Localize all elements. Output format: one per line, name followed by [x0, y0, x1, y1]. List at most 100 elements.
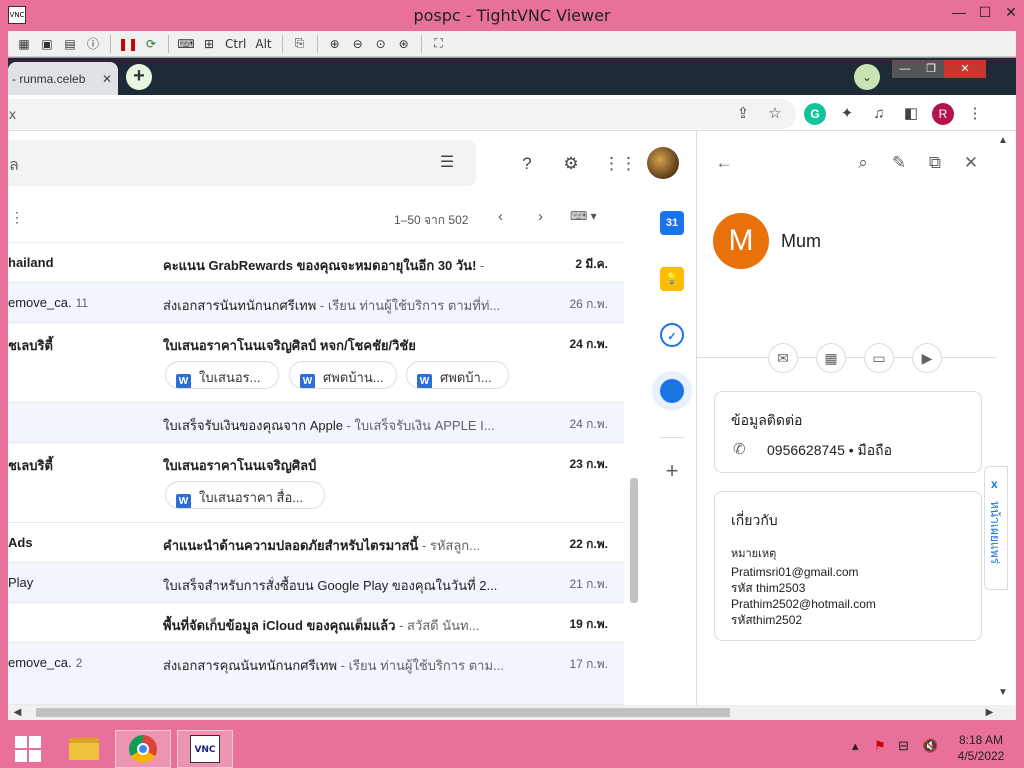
chat-icon[interactable]: ▭	[864, 343, 894, 373]
clipboard-icon[interactable]: ⎘	[290, 34, 310, 54]
zoom-100-icon[interactable]: ⊙	[371, 34, 391, 54]
save-icon[interactable]: ▣	[37, 34, 57, 54]
refresh-icon[interactable]: ⟳	[141, 34, 161, 54]
email-row[interactable]: ชเลบริตี้ ใบเสนอราคาโนนเจริญศิลป์ หจก/โช…	[8, 323, 624, 403]
win-key-icon[interactable]: ⊞	[199, 34, 219, 54]
start-button[interactable]	[0, 730, 56, 768]
phone-number[interactable]: 0956628745 • มือถือ	[767, 440, 892, 462]
remote-close-icon[interactable]: ✕	[944, 60, 986, 78]
email-date: 19 ก.พ.	[569, 617, 608, 631]
vnc-toolbar: ▦ ▣ ▤ ⓘ ❚❚ ⟳ ⌨ ⊞ Ctrl Alt ⎘ ⊕ ⊖ ⊙ ⊛ ⛶	[8, 31, 1016, 57]
list-scrollbar-thumb[interactable]	[630, 478, 638, 603]
close-icon[interactable]: ✕	[959, 151, 983, 175]
volume-muted-icon[interactable]: 🔇	[922, 738, 938, 754]
scroll-down-icon[interactable]: ▼	[998, 687, 1008, 698]
edit-icon[interactable]: ✎	[887, 151, 911, 175]
calendar-event-icon[interactable]: ▦	[816, 343, 846, 373]
keep-icon[interactable]: 💡	[660, 267, 684, 291]
flag-icon[interactable]: ⚑	[874, 738, 886, 754]
email-row[interactable]: ใบเสร็จรับเงินของคุณจาก Apple - ใบเสร็จร…	[8, 403, 624, 443]
search-icon[interactable]: ⌕	[851, 151, 875, 175]
new-tab-button[interactable]: +	[126, 64, 152, 90]
apps-grid-icon[interactable]: ⋮⋮	[603, 152, 637, 176]
pause-icon[interactable]: ❚❚	[118, 34, 138, 54]
tab-search-button[interactable]: ⌄	[854, 64, 880, 90]
input-tools-icon[interactable]: ⌨ ▾	[570, 209, 597, 223]
account-avatar[interactable]	[647, 147, 679, 179]
mail-search-input[interactable]: ล	[8, 140, 476, 186]
open-new-window-icon[interactable]: ⧉	[923, 151, 947, 175]
fullscreen-icon[interactable]: ⛶	[429, 34, 449, 54]
calendar-icon[interactable]: 31	[660, 211, 684, 235]
attachment-chip[interactable]: W ศพดบ้า...	[406, 361, 509, 389]
horizontal-scrollbar[interactable]: ◀ ▶	[8, 705, 1016, 720]
alt-key-button[interactable]: Alt	[252, 34, 274, 54]
profile-avatar[interactable]: R	[932, 103, 954, 125]
email-row[interactable]: emove_ca. 11 ส่งเอกสารนันทนักนกศรีเทพ - เ…	[8, 283, 624, 323]
back-arrow-icon[interactable]: ←	[712, 151, 736, 175]
options-icon[interactable]: ▤	[60, 34, 80, 54]
contacts-icon[interactable]: 👤	[660, 379, 684, 403]
email-sender: emove_ca. 2	[8, 655, 83, 670]
email-row[interactable]: emove_ca. 2 ส่งเอกสารคุณนันทนักนกศรีเทพ -…	[8, 643, 624, 705]
contact-name: Mum	[781, 231, 821, 251]
gear-icon[interactable]: ⚙	[559, 152, 583, 176]
zoom-fit-icon[interactable]: ⊛	[394, 34, 414, 54]
side-panel-icon[interactable]: ◧	[900, 103, 922, 125]
vnc-taskbar-button[interactable]: VNC	[177, 730, 233, 768]
zoom-in-icon[interactable]: ⊕	[325, 34, 345, 54]
ctrl-alt-del-icon[interactable]: ⌨	[176, 34, 196, 54]
info-icon[interactable]: ⓘ	[83, 34, 103, 54]
attachment-chip[interactable]: W ใบเสนอร...	[165, 361, 279, 389]
add-app-button[interactable]: +	[660, 459, 684, 483]
side-tab-close-icon[interactable]: x	[991, 477, 998, 491]
grammarly-icon[interactable]: G	[804, 103, 826, 125]
prev-page-button[interactable]: ‹	[498, 208, 503, 225]
email-subject-line: คะแนน GrabRewards ของคุณจะหมดอายุในอีก 3…	[163, 258, 485, 273]
email-icon[interactable]: ✉	[768, 343, 798, 373]
attachment-chip[interactable]: W ใบเสนอราคา สื่อ...	[165, 481, 325, 509]
windows-taskbar: VNC ▴ ⚑ ⊟ 🔇 8:18 AM 4/5/2022	[0, 728, 1024, 768]
share-icon[interactable]: ⇪	[732, 103, 754, 125]
address-bar[interactable]: x	[8, 99, 796, 129]
extensions-icon[interactable]: ✦	[836, 103, 858, 125]
remote-restore-icon[interactable]: ❐	[918, 60, 944, 78]
help-icon[interactable]: ?	[515, 152, 539, 176]
email-subject-line: ใบเสนอราคาโนนเจริญศิลป์	[163, 458, 317, 473]
horizontal-scroll-thumb[interactable]	[36, 708, 730, 717]
scroll-right-icon[interactable]: ▶	[982, 705, 997, 720]
next-page-button[interactable]: ›	[538, 208, 543, 225]
chrome-menu-icon[interactable]: ⋮	[964, 103, 986, 125]
system-clock[interactable]: 8:18 AM 4/5/2022	[944, 732, 1018, 764]
network-icon[interactable]: ⊟	[898, 738, 909, 754]
email-row[interactable]: Ads คำแนะนำด้านความปลอดภัยสำหรับไตรมาสนี…	[8, 523, 624, 563]
more-actions-icon[interactable]: ⋮	[10, 209, 24, 226]
chrome-taskbar-button[interactable]	[115, 730, 171, 768]
email-row[interactable]: hailand คะแนน GrabRewards ของคุณจะหมดอาย…	[8, 243, 624, 283]
ctrl-key-button[interactable]: Ctrl	[222, 34, 249, 54]
attachment-chip[interactable]: W ศพดบ้าน...	[289, 361, 397, 389]
browser-tab[interactable]: - runma.celeb ✕	[8, 62, 118, 95]
actions-divider	[697, 357, 997, 358]
email-sender: ชเลบริตี้	[8, 338, 53, 353]
media-icon[interactable]: ♫	[868, 103, 890, 125]
video-call-icon[interactable]: ▶	[912, 343, 942, 373]
scroll-left-icon[interactable]: ◀	[10, 705, 25, 720]
tab-close-icon[interactable]: ✕	[102, 72, 112, 86]
email-row[interactable]: ชเลบริตี้ ใบเสนอราคาโนนเจริญศิลป์ 23 ก.พ…	[8, 443, 624, 523]
zoom-out-icon[interactable]: ⊖	[348, 34, 368, 54]
search-options-icon[interactable]: ☰	[436, 152, 458, 174]
remote-minimize-icon[interactable]: —	[892, 60, 918, 78]
bookmark-star-icon[interactable]: ☆	[764, 103, 786, 125]
file-explorer-button[interactable]	[56, 730, 112, 768]
scroll-up-icon[interactable]: ▲	[998, 135, 1008, 146]
floating-side-tab[interactable]: x หน้าเผยแพร่	[984, 466, 1008, 590]
email-row[interactable]: พื้นที่จัดเก็บข้อมูล iCloud ของคุณเต็มแล…	[8, 603, 624, 643]
close-button[interactable]: ✕	[996, 0, 1024, 24]
email-row[interactable]: Play ใบเสร็จสำหรับการสั่งซื้อบน Google P…	[8, 563, 624, 603]
tray-chevron-icon[interactable]: ▴	[852, 738, 859, 754]
page-vertical-scrollbar[interactable]: ▲ ▼	[996, 131, 1016, 705]
tasks-icon[interactable]: ✓	[660, 323, 684, 347]
new-connection-icon[interactable]: ▦	[14, 34, 34, 54]
email-date: 24 ก.พ.	[569, 417, 608, 431]
